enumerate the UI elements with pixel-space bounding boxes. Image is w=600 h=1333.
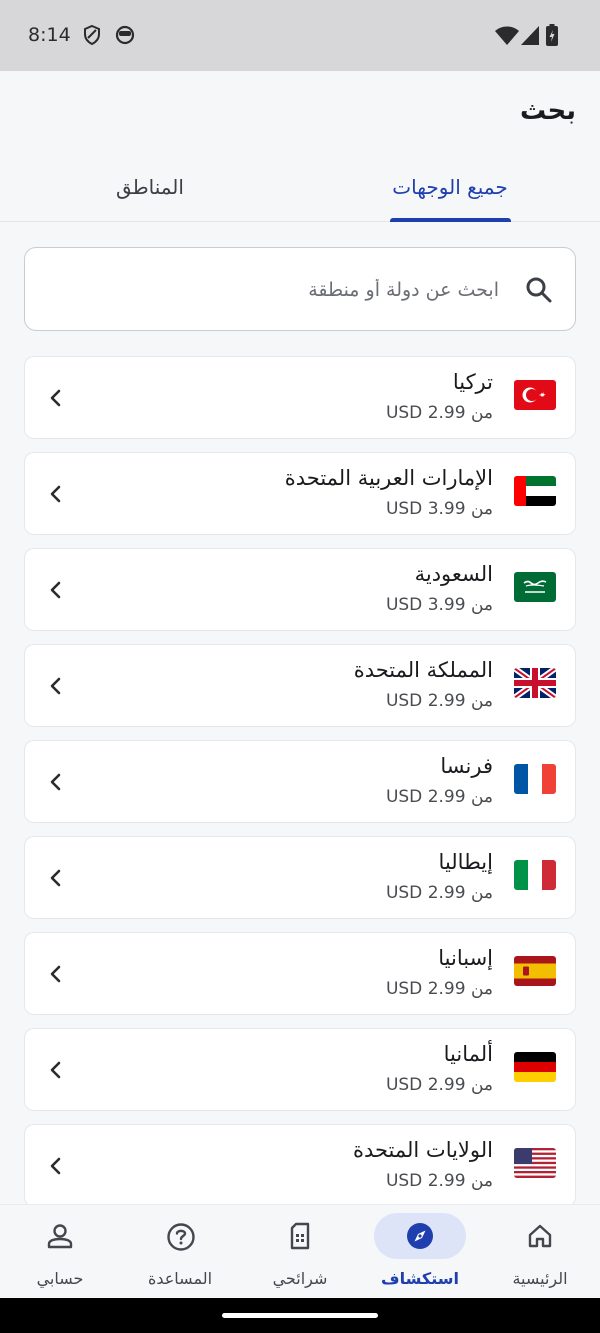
- country-name: إسبانيا: [438, 946, 493, 970]
- home-gesture-handle[interactable]: [222, 1313, 378, 1318]
- italy-flag-icon: [514, 860, 556, 890]
- chevron-left-icon: [49, 868, 63, 892]
- france-flag-icon: [514, 764, 556, 794]
- country-name: تركيا: [452, 370, 493, 394]
- chevron-left-icon: [49, 964, 63, 988]
- country-name: فرنسا: [440, 754, 493, 778]
- wifi-icon: [495, 26, 519, 50]
- turkey-flag-icon: [514, 380, 556, 410]
- chevron-left-icon: [49, 388, 63, 412]
- nav-my-esims[interactable]: شرائحي: [240, 1205, 360, 1299]
- nav-label: استكشاف: [381, 1269, 459, 1288]
- chevron-left-icon: [49, 1060, 63, 1084]
- country-price: من 2.99 USD: [385, 691, 493, 711]
- country-price: من 2.99 USD: [385, 1075, 493, 1095]
- list-item-italy[interactable]: إيطاليا من 2.99 USD: [24, 836, 576, 919]
- country-name: السعودية: [414, 562, 493, 586]
- list-item-usa[interactable]: الولايات المتحدة من 2.99 USD: [24, 1124, 576, 1207]
- system-gesture-bar: [0, 1298, 600, 1333]
- uk-flag-icon: [514, 668, 556, 698]
- country-name: الولايات المتحدة: [352, 1138, 493, 1162]
- list-item-uk[interactable]: المملكة المتحدة من 2.99 USD: [24, 644, 576, 727]
- status-bar: 8:14: [0, 0, 600, 71]
- signal-icon: [521, 26, 539, 50]
- uae-flag-icon: [514, 476, 556, 506]
- country-price: من 2.99 USD: [385, 979, 493, 999]
- country-price: من 2.99 USD: [385, 403, 493, 423]
- tab-bar: جميع الوجهات المناطق: [0, 150, 600, 222]
- chevron-left-icon: [49, 484, 63, 508]
- face-icon: [114, 24, 136, 50]
- search-input[interactable]: [45, 268, 499, 312]
- chevron-left-icon: [49, 676, 63, 700]
- tab-all-destinations[interactable]: جميع الوجهات: [300, 150, 600, 222]
- country-price: من 2.99 USD: [385, 1171, 493, 1191]
- usa-flag-icon: [514, 1148, 556, 1178]
- status-time: 8:14: [28, 24, 71, 46]
- country-name: ألمانيا: [443, 1042, 493, 1066]
- sim-card-icon: [286, 1222, 314, 1254]
- country-price: من 3.99 USD: [385, 499, 493, 519]
- list-item-spain[interactable]: إسبانيا من 2.99 USD: [24, 932, 576, 1015]
- list-item-uae[interactable]: الإمارات العربية المتحدة من 3.99 USD: [24, 452, 576, 535]
- page-title: بحث: [519, 96, 576, 126]
- active-tab-indicator: [390, 218, 511, 222]
- bottom-navigation: الرئيسية استكشاف شرائحي المساعدة حسابي: [0, 1204, 600, 1298]
- nav-account[interactable]: حسابي: [0, 1205, 120, 1299]
- saudi-flag-icon: [514, 572, 556, 602]
- nav-label: شرائحي: [272, 1269, 328, 1288]
- home-icon: [526, 1222, 554, 1254]
- chevron-left-icon: [49, 580, 63, 604]
- chevron-left-icon: [49, 772, 63, 796]
- search-box[interactable]: [24, 247, 576, 331]
- person-icon: [46, 1222, 74, 1254]
- country-price: من 2.99 USD: [385, 883, 493, 903]
- help-icon: [166, 1222, 196, 1256]
- battery-icon: [546, 24, 558, 50]
- country-name: الإمارات العربية المتحدة: [284, 466, 493, 490]
- search-icon[interactable]: [525, 276, 553, 308]
- nav-help[interactable]: المساعدة: [120, 1205, 240, 1299]
- nav-label: المساعدة: [147, 1269, 213, 1288]
- list-item-germany[interactable]: ألمانيا من 2.99 USD: [24, 1028, 576, 1111]
- nav-label: الرئيسية: [512, 1269, 568, 1288]
- shield-icon: [82, 24, 102, 50]
- country-name: المملكة المتحدة: [353, 658, 493, 682]
- nav-home[interactable]: الرئيسية: [480, 1205, 600, 1299]
- list-item-turkey[interactable]: تركيا من 2.99 USD: [24, 356, 576, 439]
- country-price: من 3.99 USD: [385, 595, 493, 615]
- germany-flag-icon: [514, 1052, 556, 1082]
- country-price: من 2.99 USD: [385, 787, 493, 807]
- list-item-france[interactable]: فرنسا من 2.99 USD: [24, 740, 576, 823]
- list-item-saudi[interactable]: السعودية من 3.99 USD: [24, 548, 576, 631]
- chevron-left-icon: [49, 1156, 63, 1180]
- spain-flag-icon: [514, 956, 556, 986]
- country-name: إيطاليا: [438, 850, 493, 874]
- tab-regions[interactable]: المناطق: [0, 150, 300, 222]
- nav-explore[interactable]: استكشاف: [360, 1205, 480, 1299]
- compass-icon: [406, 1222, 434, 1254]
- nav-label: حسابي: [36, 1269, 84, 1288]
